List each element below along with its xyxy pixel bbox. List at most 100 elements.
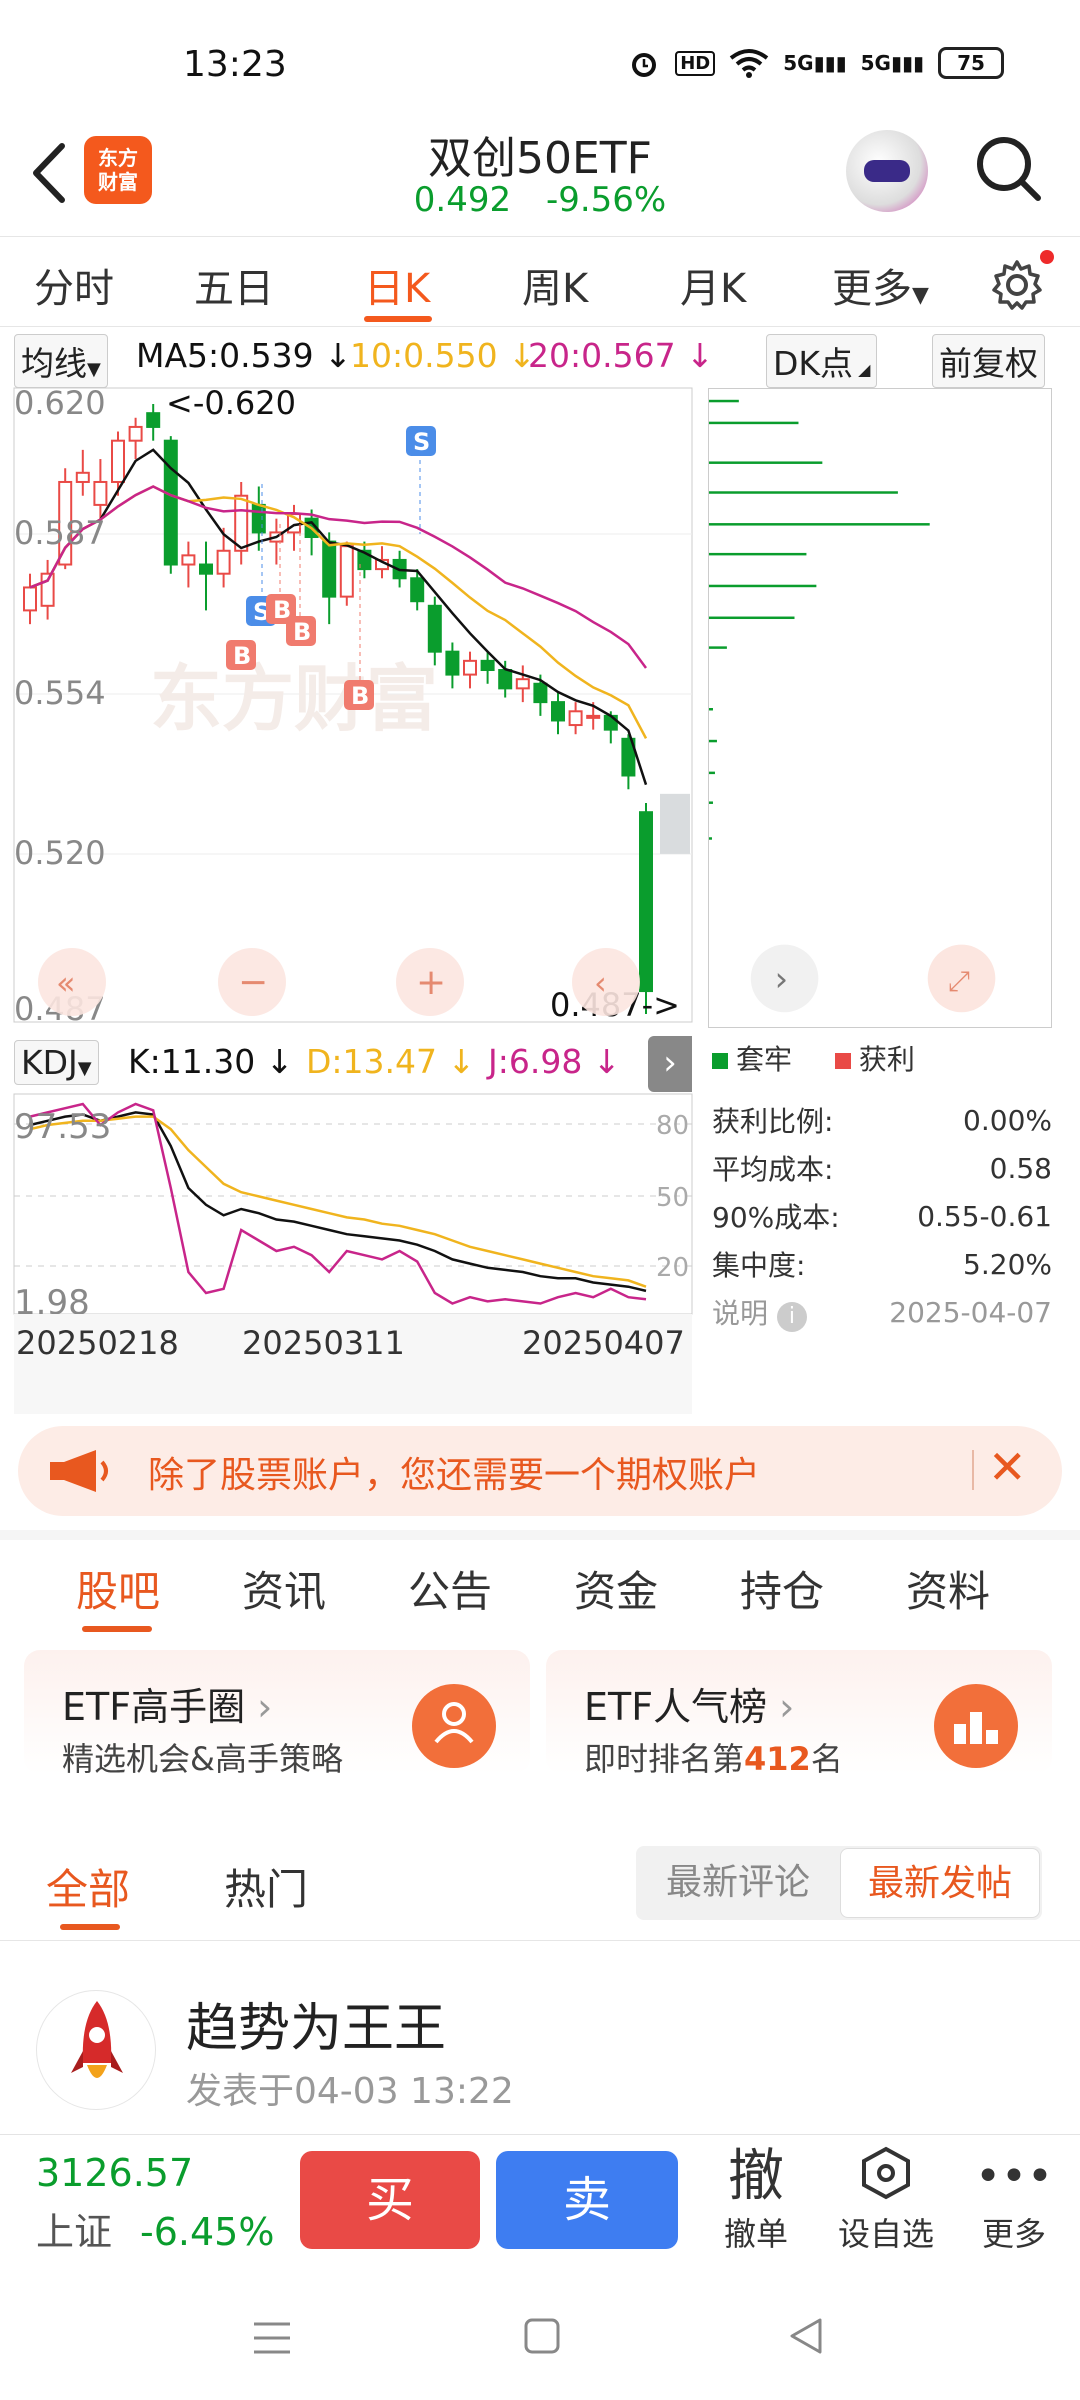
stat-label: 平均成本: xyxy=(712,1153,834,1186)
tab-news[interactable]: 资讯 xyxy=(242,1558,326,1619)
tab-profile[interactable]: 资料 xyxy=(906,1558,990,1619)
etf-popularity-card[interactable]: ETF人气榜 › 即时排名第412名 xyxy=(546,1650,1052,1778)
expand-right-button[interactable]: › xyxy=(648,1036,692,1092)
battery-icon: 75 xyxy=(938,47,1004,79)
sort-latest-comment[interactable]: 最新评论 xyxy=(636,1846,840,1920)
ma10-label: 10:0.550 ↓ xyxy=(350,336,536,375)
ma5-label: MA5:0.539 ↓ xyxy=(136,336,352,375)
cancel-order-icon: 撤 xyxy=(728,2144,784,2209)
index-value[interactable]: 3126.57 xyxy=(36,2151,193,2195)
stat-label: 集中度: xyxy=(712,1249,806,1282)
kdj-level-label: 50 xyxy=(656,1183,689,1213)
status-icons: HD 5G▮▮▮ 5G▮▮▮ 75 xyxy=(627,46,1004,80)
close-icon[interactable]: ✕ xyxy=(988,1440,1027,1494)
profit-swatch xyxy=(834,1053,851,1069)
profit-label: 获利 xyxy=(858,1043,915,1076)
add-watchlist-button[interactable]: 设自选 xyxy=(826,2145,946,2255)
tab-more[interactable]: 更多▼ xyxy=(832,256,929,314)
home-icon[interactable] xyxy=(522,2316,562,2356)
candle-body xyxy=(93,480,108,506)
tab-week-k[interactable]: 周K xyxy=(522,256,588,314)
filter-hot[interactable]: 热门 xyxy=(224,1856,308,1917)
sort-latest-post[interactable]: 最新发帖 xyxy=(840,1848,1040,1918)
post-author[interactable]: 趋势为王王 xyxy=(186,1986,446,2061)
ma5-value: MA5:0.539 xyxy=(136,336,314,375)
tab-month-k[interactable]: 月K xyxy=(680,256,746,314)
candle-body xyxy=(515,678,530,690)
back-nav-icon[interactable] xyxy=(786,2316,826,2356)
current-price: 0.492 xyxy=(413,180,512,220)
tab-announcements[interactable]: 公告 xyxy=(408,1558,492,1619)
candle-body xyxy=(146,412,161,428)
section-gap xyxy=(0,1530,1080,1540)
add-watchlist-label: 设自选 xyxy=(837,2215,934,2253)
stat-note-row: 说明 i 2025-04-07 xyxy=(712,1288,1052,1336)
tab-guba[interactable]: 股吧 xyxy=(76,1558,160,1619)
trade-bar: 3126.57 上证 -6.45% 买 卖 撤 撤单 设自选 ••• 更多 xyxy=(0,2134,1080,2270)
notification-dot xyxy=(1040,250,1054,264)
sell-button[interactable]: 卖 xyxy=(496,2151,678,2249)
filter-all[interactable]: 全部 xyxy=(46,1856,130,1917)
gear-icon[interactable] xyxy=(990,258,1044,312)
price-label: 0.520 xyxy=(14,834,106,872)
kdj-j-value: J:6.98 xyxy=(488,1042,583,1081)
stat-row: 90%成本: 0.55-0.61 xyxy=(712,1192,1052,1240)
candle-body xyxy=(639,811,653,993)
ma20-value: 20:0.567 xyxy=(528,336,676,375)
card-subtitle: 即时排名第412名 xyxy=(584,1734,843,1780)
card-title: ETF高手圈 › xyxy=(62,1676,272,1731)
etf-expert-circle-card[interactable]: ETF高手圈 › 精选机会&高手策略 xyxy=(24,1650,530,1778)
price-label: 0.554 xyxy=(14,674,106,712)
indicator-selector[interactable]: KDJ▼ xyxy=(14,1040,99,1085)
options-account-banner[interactable]: 除了股票账户，您还需要一个期权账户 ✕ xyxy=(18,1426,1062,1516)
trapped-legend: 套牢 xyxy=(712,1043,792,1076)
tab-more-label: 更多 xyxy=(832,266,912,312)
buy-button[interactable]: 买 xyxy=(300,2151,480,2249)
kline-chart[interactable]: 东方财富 0.620 0.587 0.554 0.520 0.487 <-0.6… xyxy=(0,384,700,1414)
ma-selector[interactable]: 均线▼ xyxy=(14,334,108,388)
avatar[interactable] xyxy=(36,1990,156,2110)
explain-link[interactable]: 说明 i xyxy=(712,1292,807,1332)
tab-fenshi[interactable]: 分时 xyxy=(34,256,114,314)
rocket-icon xyxy=(71,2001,123,2078)
candle-body xyxy=(216,549,231,575)
card-title: ETF人气榜 › xyxy=(584,1676,794,1731)
megaphone-icon xyxy=(50,1450,108,1492)
hd-icon: HD xyxy=(675,50,716,76)
candle-body xyxy=(163,439,178,566)
buy-marker-label: B xyxy=(293,618,311,646)
menu-icon[interactable] xyxy=(252,2320,292,2356)
subtab-indicator xyxy=(82,1626,152,1632)
card-subtitle: 精选机会&高手策略 xyxy=(62,1740,343,1778)
post-item[interactable]: 趋势为王王 发表于04-03 13:22 xyxy=(0,1944,1080,2134)
chip-bar xyxy=(709,421,799,425)
tab-day-k[interactable]: 日K xyxy=(364,256,430,314)
candle-body xyxy=(251,503,266,534)
tab-holdings[interactable]: 持仓 xyxy=(740,1558,824,1619)
price-label: 0.620 xyxy=(14,384,106,422)
tab-funds[interactable]: 资金 xyxy=(574,1558,658,1619)
kdj-k: K:11.30 ↓ xyxy=(128,1042,294,1081)
buy-marker-label: B xyxy=(233,642,251,670)
info-icon: i xyxy=(776,1302,807,1332)
ai-assistant-avatar[interactable] xyxy=(846,130,928,212)
cancel-order-button[interactable]: 撤 撤单 xyxy=(696,2145,816,2255)
kdj-level-label: 20 xyxy=(656,1253,689,1283)
more-button[interactable]: ••• 更多 xyxy=(954,2145,1074,2255)
banner-separator xyxy=(972,1450,974,1490)
search-icon[interactable] xyxy=(974,134,1044,204)
index-info[interactable]: 上证 -6.45% xyxy=(36,2201,274,2256)
filter-indicator xyxy=(60,1924,120,1930)
adjust-button[interactable]: 前复权 xyxy=(932,334,1045,388)
alarm-icon xyxy=(632,53,657,77)
kdj-legend: KDJ▼ K:11.30 ↓ D:13.47 ↓ J:6.98 ↓ › xyxy=(0,1036,700,1092)
chip-distribution-chart[interactable]: › ⤢ xyxy=(708,388,1052,1028)
candle-body xyxy=(111,439,125,483)
chip-date: 2025-04-07 xyxy=(889,1295,1052,1329)
chip-bar xyxy=(709,616,795,620)
chip-bar xyxy=(709,523,930,526)
podium-icon xyxy=(934,1684,1018,1768)
status-bar: 13:23 HD 5G▮▮▮ 5G▮▮▮ 75 xyxy=(0,0,1080,120)
tab-five-day[interactable]: 五日 xyxy=(194,256,274,314)
dk-point-button[interactable]: DK点 ◢ xyxy=(766,334,878,388)
